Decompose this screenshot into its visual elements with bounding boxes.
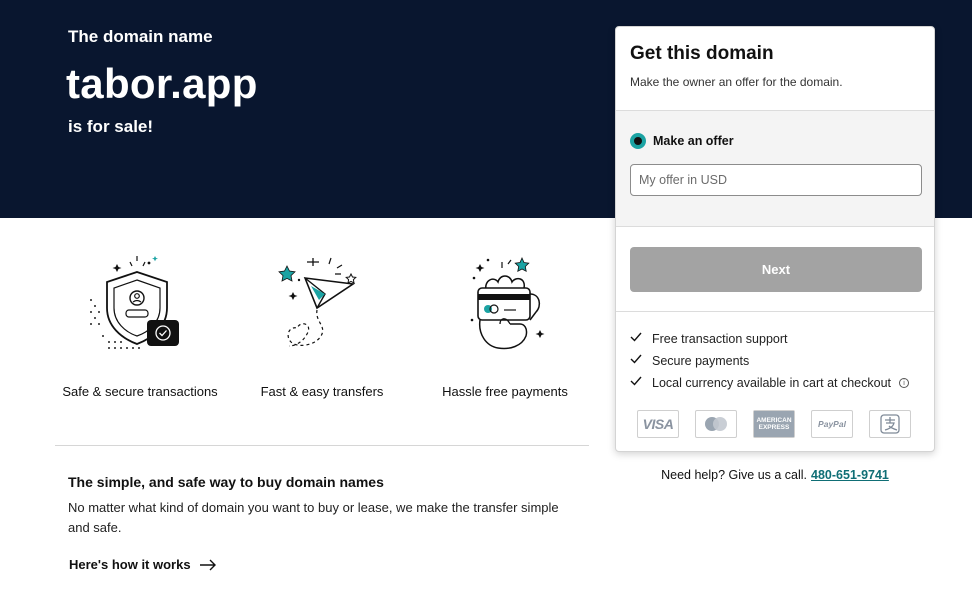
panel-title: Get this domain bbox=[630, 43, 774, 64]
feature-label: Hassle free payments bbox=[442, 384, 568, 399]
visa-label: VISA bbox=[642, 416, 674, 432]
next-section: Next bbox=[616, 227, 934, 312]
benefit-label: Free transaction support bbox=[652, 332, 788, 346]
info-title: The simple, and safe way to buy domain n… bbox=[68, 474, 384, 490]
make-offer-radio[interactable] bbox=[630, 133, 646, 149]
mastercard-icon bbox=[695, 410, 737, 438]
help-line: Need help? Give us a call. 480-651-9741 bbox=[615, 468, 935, 482]
mastercard-circles bbox=[705, 417, 727, 431]
panel-subtitle: Make the owner an offer for the domain. bbox=[630, 75, 843, 89]
how-it-works-link[interactable]: Here's how it works bbox=[69, 557, 217, 572]
alipay-glyph bbox=[880, 414, 900, 434]
benefit-item: Free transaction support bbox=[630, 328, 920, 350]
hero-post-title: is for sale! bbox=[68, 117, 154, 136]
offer-amount-input[interactable] bbox=[630, 164, 922, 196]
feature-secure: Safe & secure transactions bbox=[55, 250, 225, 399]
shield-icon bbox=[90, 256, 179, 349]
info-icon[interactable]: i bbox=[899, 378, 910, 388]
panel-header: Get this domain Make the owner an offer … bbox=[616, 27, 934, 111]
domain-name: tabor.app bbox=[66, 60, 258, 107]
make-offer-label: Make an offer bbox=[653, 134, 734, 148]
alipay-icon bbox=[869, 410, 911, 438]
hand-card-icon bbox=[470, 257, 545, 350]
hero-pre-title: The domain name bbox=[68, 27, 213, 46]
offer-section: Make an offer bbox=[616, 111, 934, 227]
paypal-label: PayPal bbox=[818, 419, 846, 429]
check-icon bbox=[630, 332, 642, 342]
how-it-works-label: Here's how it works bbox=[69, 557, 191, 572]
feature-transfers: Fast & easy transfers bbox=[237, 250, 407, 399]
paypal-icon: PayPal bbox=[811, 410, 853, 438]
benefit-label: Secure payments bbox=[652, 354, 750, 368]
info-text: No matter what kind of domain you want t… bbox=[68, 500, 559, 535]
arrow-right-icon bbox=[199, 559, 216, 570]
payment-methods: VISA AMERICAN EXPRESS PayPal bbox=[616, 394, 934, 438]
feature-payments: Hassle free payments bbox=[420, 250, 590, 399]
divider bbox=[55, 445, 589, 446]
feature-label: Safe & secure transactions bbox=[62, 384, 218, 399]
check-icon bbox=[630, 376, 642, 386]
paper-plane-icon bbox=[278, 257, 357, 347]
phone-link[interactable]: 480-651-9741 bbox=[811, 468, 889, 482]
amex-icon: AMERICAN EXPRESS bbox=[753, 410, 795, 438]
benefit-item: Secure payments bbox=[630, 350, 920, 372]
benefit-item: Local currency available in cart at chec… bbox=[630, 372, 920, 394]
amex-label: AMERICAN EXPRESS bbox=[754, 411, 794, 437]
benefit-label: Local currency available in cart at chec… bbox=[652, 376, 892, 390]
benefits-list: Free transaction support Secure payments… bbox=[616, 312, 934, 394]
feature-label: Fast & easy transfers bbox=[260, 384, 384, 399]
check-icon bbox=[630, 354, 642, 364]
next-button[interactable]: Next bbox=[630, 247, 922, 292]
offer-panel: Get this domain Make the owner an offer … bbox=[615, 26, 935, 452]
help-text: Need help? Give us a call. bbox=[661, 468, 808, 482]
make-offer-option[interactable]: Make an offer bbox=[630, 133, 920, 149]
visa-icon: VISA bbox=[637, 410, 679, 438]
